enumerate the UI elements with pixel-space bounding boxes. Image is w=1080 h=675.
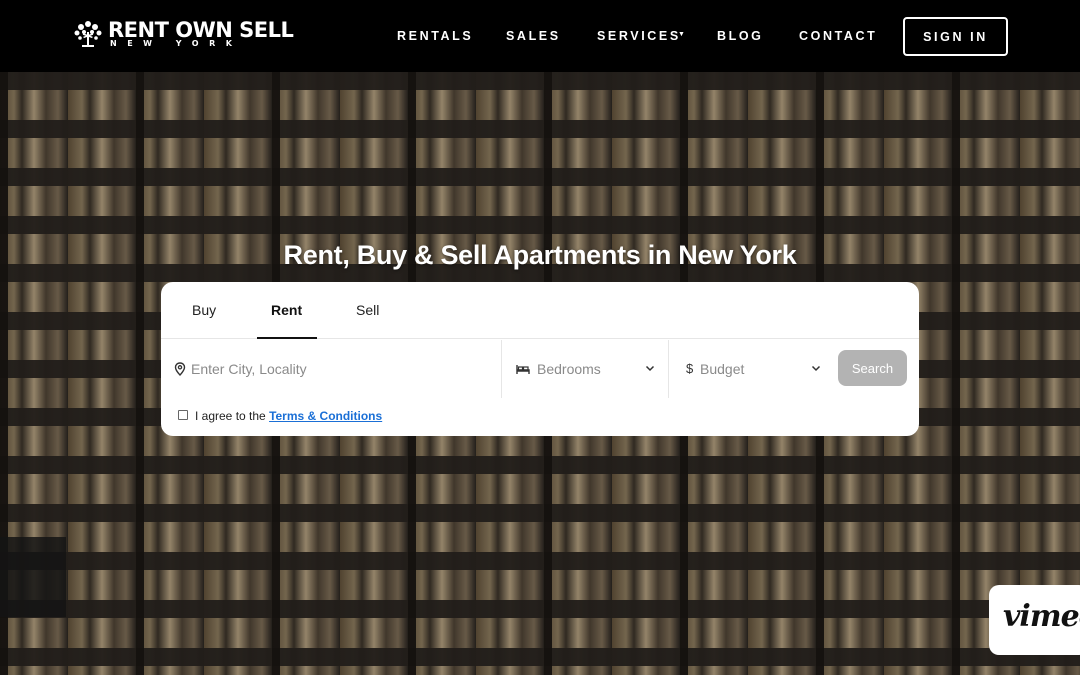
search-card: Buy Rent Sell Bedrooms $ Budget Search I… xyxy=(161,282,919,436)
top-navbar: RENT OWN SELL NEW YORK RENTALS SALES SER… xyxy=(0,0,1080,72)
active-tab-indicator xyxy=(257,337,317,339)
vimeo-badge[interactable]: vimeo xyxy=(989,585,1080,655)
chevron-down-icon xyxy=(811,365,821,372)
bedrooms-select[interactable]: Bedrooms xyxy=(502,340,669,398)
agree-label: I agree to the xyxy=(195,409,270,423)
dollar-icon: $ xyxy=(686,361,694,376)
caret-down-icon[interactable]: ▼ xyxy=(678,31,685,38)
tab-sell[interactable]: Sell xyxy=(356,302,379,318)
location-input[interactable] xyxy=(191,359,491,379)
nav-sales[interactable]: SALES xyxy=(506,29,561,43)
tab-rent[interactable]: Rent xyxy=(271,302,302,318)
terms-conditions-link[interactable]: Terms & Conditions xyxy=(269,409,382,423)
terms-checkbox[interactable] xyxy=(178,410,188,420)
budget-label: Budget xyxy=(700,361,745,377)
bedrooms-label: Bedrooms xyxy=(537,361,601,377)
hero-title: Rent, Buy & Sell Apartments in New York xyxy=(283,240,797,270)
brand-subtitle: NEW YORK xyxy=(110,39,243,48)
nav-rentals[interactable]: RENTALS xyxy=(397,29,473,43)
location-field xyxy=(161,340,502,398)
nav-blog[interactable]: BLOG xyxy=(717,29,764,43)
brand-logo[interactable]: RENT OWN SELL NEW YORK xyxy=(72,16,294,56)
nav-services[interactable]: SERVICES xyxy=(597,29,681,43)
terms-agreement: I agree to the Terms & Conditions xyxy=(195,409,382,423)
search-tabs: Buy Rent Sell xyxy=(161,282,919,339)
vimeo-logo: vimeo xyxy=(1003,599,1080,634)
budget-select[interactable]: $ Budget xyxy=(669,340,829,398)
nav-contact[interactable]: CONTACT xyxy=(799,29,877,43)
search-button[interactable]: Search xyxy=(838,350,907,386)
map-pin-icon xyxy=(174,362,186,376)
bed-icon xyxy=(516,365,530,374)
sign-in-button[interactable]: SIGN IN xyxy=(903,17,1008,56)
tree-logo-icon xyxy=(74,21,102,47)
hero-dark-panel xyxy=(0,537,66,617)
chevron-down-icon xyxy=(645,365,655,372)
tab-buy[interactable]: Buy xyxy=(192,302,216,318)
